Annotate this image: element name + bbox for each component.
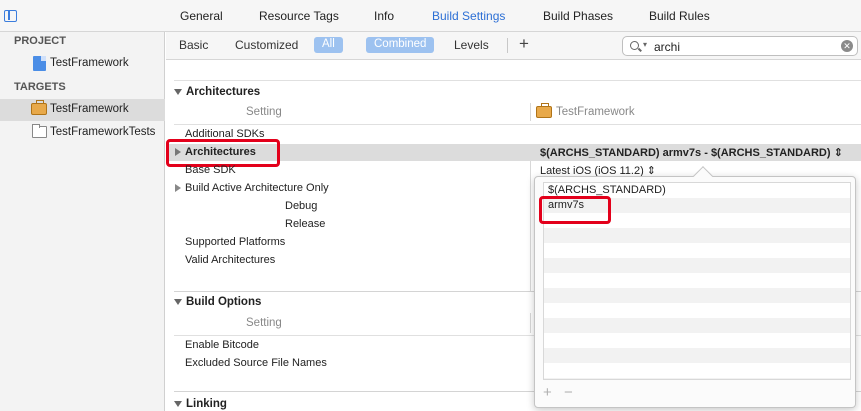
empty-row — [544, 243, 850, 258]
filter-bar: Basic Customized All Combined Levels + ▾… — [166, 32, 861, 60]
empty-row — [544, 288, 850, 303]
section-title: Linking — [186, 398, 227, 410]
tab-resource-tags[interactable]: Resource Tags — [259, 9, 339, 23]
column-divider — [530, 103, 531, 121]
divider — [174, 124, 861, 125]
tab-build-phases[interactable]: Build Phases — [543, 9, 613, 23]
setting-label: Debug — [285, 200, 318, 212]
tab-build-rules[interactable]: Build Rules — [649, 9, 710, 23]
column-setting: Setting — [246, 317, 282, 329]
column-divider — [530, 161, 531, 291]
empty-row — [544, 303, 850, 318]
tab-bar: General Resource Tags Info Build Setting… — [0, 0, 861, 32]
column-divider — [530, 313, 531, 333]
empty-row — [544, 258, 850, 273]
section-architectures[interactable]: Architectures — [174, 86, 260, 98]
setting-label: Release — [285, 218, 326, 230]
empty-row — [544, 363, 850, 378]
project-sidebar: PROJECT TestFramework TARGETS TestFramew… — [0, 32, 165, 411]
add-setting-button[interactable]: + — [519, 34, 529, 54]
filter-customized[interactable]: Customized — [235, 38, 298, 52]
sidebar-item-label: TestFramework — [50, 57, 129, 69]
sidebar-item-target-framework[interactable]: TestFramework — [0, 99, 165, 121]
section-title: Build Options — [186, 296, 262, 308]
column-setting: Setting — [246, 106, 282, 118]
framework-target-icon — [536, 103, 552, 118]
chevron-down-icon[interactable]: ▾ — [643, 40, 647, 49]
filter-basic[interactable]: Basic — [179, 38, 208, 52]
filter-all[interactable]: All — [314, 37, 343, 53]
tab-build-settings[interactable]: Build Settings — [432, 9, 505, 23]
test-bundle-icon — [32, 124, 47, 138]
sidebar-item-label: TestFrameworkTests — [50, 126, 156, 138]
tab-general[interactable]: General — [180, 9, 223, 23]
add-item-button[interactable]: + — [543, 384, 552, 401]
empty-row — [544, 318, 850, 333]
empty-row — [544, 378, 850, 379]
sidebar-item-project[interactable]: TestFramework — [0, 53, 165, 75]
annotation-highlight-armv7s — [539, 196, 611, 224]
search-icon — [630, 41, 639, 50]
divider — [174, 80, 861, 81]
filter-combined[interactable]: Combined — [366, 37, 435, 53]
empty-row — [544, 228, 850, 243]
sidebar-item-label: TestFramework — [50, 103, 129, 115]
disclosure-open-icon[interactable] — [174, 88, 182, 95]
architectures-popover: $(ARCHS_STANDARD) armv7s + − — [534, 166, 856, 408]
search-input[interactable]: archi — [654, 40, 680, 54]
project-header: PROJECT — [14, 35, 66, 47]
project-file-icon — [33, 56, 46, 71]
sidebar-item-target-tests[interactable]: TestFrameworkTests — [0, 122, 165, 144]
empty-row — [544, 333, 850, 348]
empty-row — [544, 348, 850, 363]
clear-search-icon[interactable]: ✕ — [841, 40, 853, 52]
section-title: Architectures — [186, 86, 261, 98]
remove-item-button[interactable]: − — [564, 384, 573, 401]
setting-label: Build Active Architecture Only — [185, 182, 329, 194]
section-linking[interactable]: Linking — [174, 398, 227, 410]
setting-label: Enable Bitcode — [185, 339, 259, 351]
column-target: TestFramework — [556, 106, 635, 118]
setting-label: Valid Architectures — [185, 254, 276, 266]
search-field[interactable]: ▾ archi ✕ — [622, 36, 858, 56]
disclosure-open-icon[interactable] — [174, 400, 182, 407]
framework-target-icon — [31, 100, 47, 115]
architectures-value[interactable]: $(ARCHS_STANDARD) armv7s - $(ARCHS_STAND… — [540, 146, 843, 159]
section-build-options[interactable]: Build Options — [174, 296, 261, 308]
setting-label: Supported Platforms — [185, 236, 286, 248]
filter-levels[interactable]: Levels — [454, 38, 489, 52]
setting-label: Excluded Source File Names — [185, 357, 327, 369]
filter-separator — [507, 38, 508, 53]
navigator-toggle-icon[interactable] — [4, 10, 17, 22]
popover-footer: + − — [543, 384, 573, 401]
disclosure-open-icon[interactable] — [174, 298, 182, 305]
empty-row — [544, 273, 850, 288]
tab-info[interactable]: Info — [374, 9, 394, 23]
setting-label: Base SDK — [185, 164, 236, 176]
targets-header: TARGETS — [14, 81, 66, 93]
